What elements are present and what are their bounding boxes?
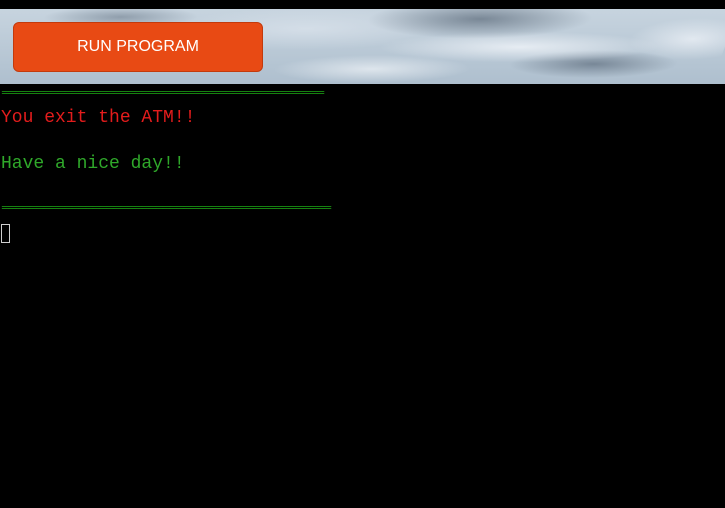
goodbye-message: Have a nice day!! [1, 154, 185, 174]
terminal-output[interactable]: ========================================… [0, 84, 725, 508]
separator-line-top: ========================================… [1, 88, 325, 98]
separator-line-bottom: ========================================… [1, 203, 332, 213]
terminal-cursor [1, 224, 10, 243]
exit-message: You exit the ATM!! [1, 108, 196, 128]
run-program-button[interactable]: RUN PROGRAM [13, 22, 263, 72]
